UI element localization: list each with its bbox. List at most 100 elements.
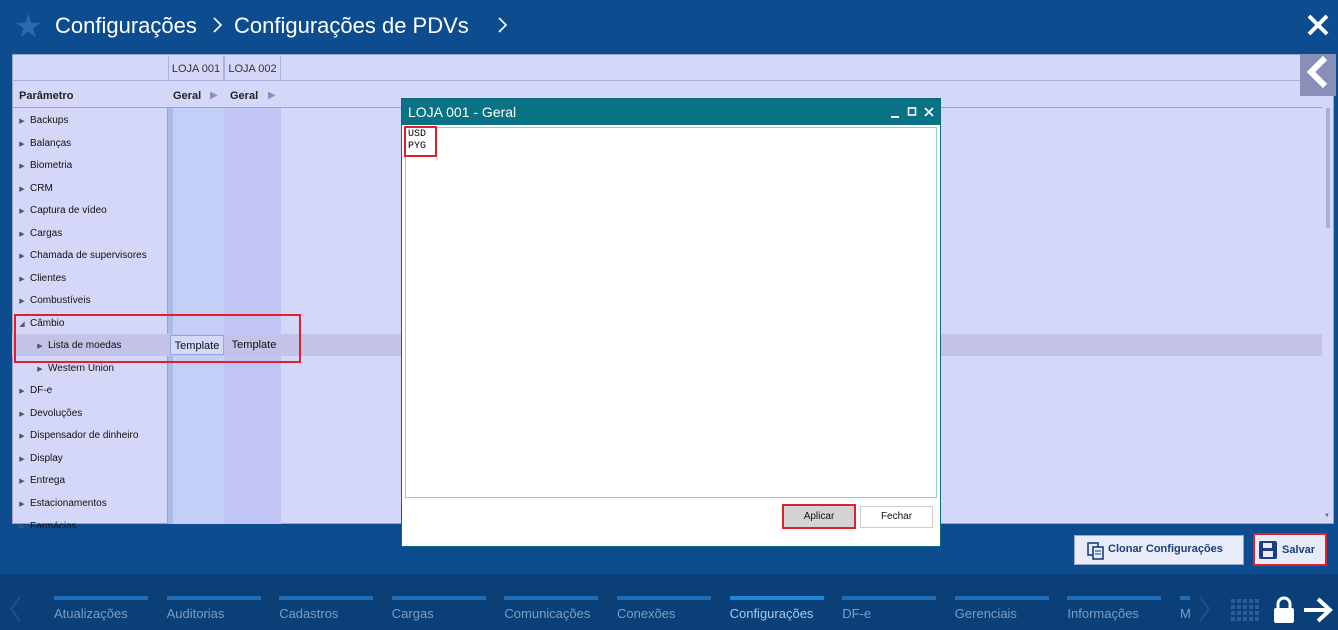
tree-item[interactable]: ▶ Dispensador de dinheiro <box>14 426 138 446</box>
expand-arrow-icon[interactable]: ▶ <box>14 450 30 470</box>
nav-item-indicator <box>166 596 261 600</box>
nav-item-indicator <box>729 596 824 600</box>
expand-arrow-icon[interactable]: ▶ <box>14 292 30 312</box>
nav-item[interactable]: DF-e <box>842 606 871 621</box>
nav-item[interactable]: Informações <box>1067 606 1139 621</box>
nav-item[interactable]: Atualizações <box>54 606 128 621</box>
expand-arrow-icon[interactable]: ▶ <box>268 90 276 101</box>
expand-arrow-icon[interactable]: ▶ <box>14 270 30 290</box>
nav-item[interactable]: Auditorias <box>167 606 225 621</box>
nav-item[interactable]: Cargas <box>392 606 434 621</box>
nav-item-indicator <box>1180 596 1190 600</box>
tree-item[interactable]: ▶ Cargas <box>14 224 62 244</box>
tree-item-label: Estacionamentos <box>30 497 107 509</box>
save-icon <box>1259 541 1277 564</box>
tree-item-label: Devoluções <box>30 407 83 419</box>
tree-item-label: Farmácias <box>30 521 77 528</box>
expand-arrow-icon[interactable]: ▶ <box>14 517 30 528</box>
scrollbar-thumb[interactable] <box>1326 108 1330 228</box>
tree-item[interactable]: ▶ Chamada de supervisores <box>14 246 147 267</box>
dialog-title: LOJA 001 - Geral <box>408 104 517 120</box>
parameter-column-header: Parâmetro <box>19 90 74 102</box>
breadcrumb-separator <box>212 12 224 43</box>
lock-icon[interactable] <box>1271 596 1297 624</box>
tree-item-label: Cargas <box>30 227 63 239</box>
nav-item[interactable]: Comunicações <box>504 606 590 621</box>
highlight-box <box>14 314 301 363</box>
store-header-loja-002[interactable]: LOJA 002 <box>224 56 281 80</box>
collapse-panel-icon[interactable] <box>1300 54 1336 96</box>
expand-arrow-icon[interactable]: ▶ <box>14 202 30 222</box>
expand-arrow-icon[interactable]: ▶ <box>14 112 30 132</box>
expand-arrow-icon[interactable]: ▶ <box>14 225 30 245</box>
tree-item[interactable]: ▶ Balanças <box>14 134 71 154</box>
expand-arrow-icon[interactable]: ▶ <box>14 405 30 425</box>
nav-item-indicator <box>617 596 711 600</box>
tree-item[interactable]: ▶ Clientes <box>14 269 66 289</box>
group-header-geral[interactable]: Geral <box>230 90 258 102</box>
close-button[interactable]: Fechar <box>860 506 933 528</box>
expand-arrow-icon[interactable]: ▶ <box>210 90 218 101</box>
expand-arrow-icon[interactable]: ▶ <box>14 135 30 155</box>
nav-prev-icon[interactable] <box>8 594 22 630</box>
apps-grid-icon[interactable] <box>1230 598 1260 624</box>
logout-arrow-icon[interactable] <box>1302 596 1334 624</box>
tree-item[interactable]: ▶ Display <box>14 449 63 469</box>
maximize-icon[interactable] <box>907 102 917 127</box>
breadcrumb-separator <box>497 12 509 43</box>
tree-item-label: Backups <box>30 115 69 126</box>
expand-arrow-icon[interactable]: ▶ <box>14 382 30 402</box>
tree-item[interactable]: ▶ Estacionamentos <box>14 494 107 515</box>
close-icon[interactable] <box>1304 12 1332 42</box>
tree-item[interactable]: ▶ Entrega <box>14 471 65 491</box>
expand-arrow-icon[interactable]: ▶ <box>14 495 30 515</box>
expand-arrow-icon[interactable]: ▶ <box>14 427 30 447</box>
tree-item-label: Dispensador de dinheiro <box>30 430 139 441</box>
scroll-down-icon[interactable]: ▼ <box>1322 513 1332 523</box>
expand-arrow-icon[interactable]: ▶ <box>14 247 30 267</box>
tree-item[interactable]: ▶ Devoluções <box>14 404 82 424</box>
tree-item-label: Combustíveis <box>30 295 91 306</box>
breadcrumb-configuracoes-pdvs[interactable]: Configurações de PDVs <box>234 12 469 40</box>
store-header-loja-001[interactable]: LOJA 001 <box>168 56 224 80</box>
tree-item-label: Display <box>30 452 63 464</box>
breadcrumb-configuracoes[interactable]: Configurações <box>55 12 197 40</box>
tree-item[interactable]: ▶ Backups <box>14 111 68 131</box>
nav-item[interactable]: Conexões <box>617 606 676 621</box>
tree-item-label: Chamada de supervisores <box>30 250 147 261</box>
clone-settings-label: Clonar Configurações <box>1108 543 1223 555</box>
tree-item-label: Biometria <box>30 160 73 171</box>
tree-item-label: Clientes <box>30 272 67 284</box>
tree-item[interactable]: ▶ Biometria <box>14 156 72 176</box>
close-dialog-icon[interactable] <box>924 102 934 127</box>
tree-item-label: Balanças <box>30 137 72 149</box>
group-header-geral[interactable]: Geral <box>173 90 201 102</box>
tree-item[interactable]: ▶ Captura de vídeo <box>14 201 106 222</box>
tree-item[interactable]: ▶ DF-e <box>14 381 52 401</box>
tree-item-label: Western Union <box>48 362 114 374</box>
nav-item[interactable]: Cadastros <box>279 606 338 621</box>
nav-item-indicator <box>279 596 374 600</box>
apply-button[interactable]: Aplicar <box>782 504 856 529</box>
expand-arrow-icon[interactable]: ▶ <box>14 157 30 177</box>
expand-arrow-icon[interactable]: ▶ <box>14 180 30 200</box>
tree-item-label: CRM <box>30 182 53 194</box>
tree-item-label: Entrega <box>30 475 66 486</box>
nav-item-indicator <box>54 596 148 600</box>
minimize-icon[interactable] <box>890 102 900 127</box>
nav-next-icon[interactable] <box>1198 594 1212 630</box>
nav-item-indicator <box>1067 596 1162 600</box>
nav-item[interactable]: M <box>1180 606 1191 621</box>
nav-item[interactable]: Gerenciais <box>955 606 1017 621</box>
tree-item[interactable]: ▶ CRM <box>14 179 53 200</box>
tree-item[interactable]: ▶ Farmácias <box>14 516 77 528</box>
nav-item-indicator <box>504 596 599 600</box>
currency-textarea[interactable] <box>405 127 937 498</box>
expand-arrow-icon[interactable]: ▶ <box>14 472 30 492</box>
favorite-star-icon[interactable]: ★ <box>14 10 43 42</box>
tree-item[interactable]: ▶ Combustíveis <box>14 291 91 312</box>
nav-item[interactable]: Configurações <box>730 606 814 621</box>
save-label: Salvar <box>1282 544 1316 556</box>
tree-item-label: DF-e <box>30 385 53 396</box>
nav-item-indicator <box>842 596 937 600</box>
